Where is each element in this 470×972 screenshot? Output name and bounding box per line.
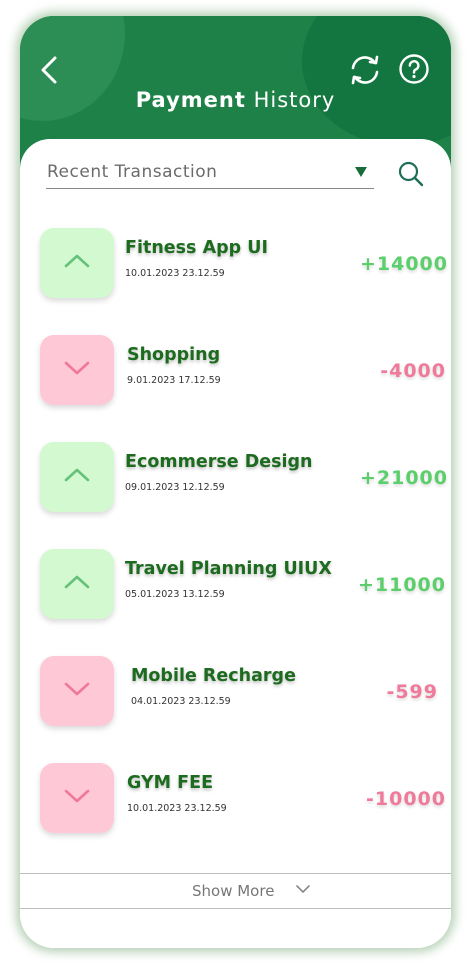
transaction-item[interactable]: Shopping 9.01.2023 17.12.59 -4000 <box>40 335 445 407</box>
transaction-date: 05.01.2023 13.12.59 <box>125 589 225 600</box>
transaction-item[interactable]: Ecommerse Design 09.01.2023 12.12.59 +21… <box>40 442 447 514</box>
page-title: Payment History <box>20 88 451 112</box>
show-more-label: Show More <box>192 882 275 900</box>
transaction-item[interactable]: Mobile Recharge 04.01.2023 23.12.59 -599 <box>40 656 440 728</box>
transaction-name: Shopping <box>127 345 221 365</box>
expense-indicator <box>40 335 114 405</box>
page-title-bold: Payment <box>135 88 246 112</box>
income-indicator <box>40 549 114 619</box>
expense-indicator <box>40 763 114 833</box>
caret-down-icon <box>355 167 367 177</box>
chevron-down-icon <box>296 885 310 893</box>
search-button[interactable] <box>396 159 426 189</box>
transaction-amount: +14000 <box>359 253 448 275</box>
transaction-item[interactable]: Travel Planning UIUX 05.01.2023 13.12.59… <box>40 549 445 621</box>
content-panel: Recent Transaction Fitness App UI 10.01.… <box>20 139 451 948</box>
chevron-down-icon <box>64 789 90 803</box>
transaction-name: Fitness App UI <box>125 238 268 258</box>
chevron-down-icon <box>64 682 90 696</box>
search-icon <box>398 161 424 187</box>
refresh-button[interactable] <box>347 52 383 88</box>
chevron-left-icon <box>41 56 57 84</box>
transaction-amount: +11000 <box>357 574 446 596</box>
transaction-item[interactable]: Fitness App UI 10.01.2023 23.12.59 +1400… <box>40 228 447 300</box>
transaction-date: 9.01.2023 17.12.59 <box>127 375 221 386</box>
transaction-date: 10.01.2023 23.12.59 <box>125 268 225 279</box>
chevron-up-icon <box>64 575 90 589</box>
transaction-date: 04.01.2023 23.12.59 <box>131 696 231 707</box>
back-button[interactable] <box>36 54 66 86</box>
income-indicator <box>40 442 114 512</box>
chevron-up-icon <box>64 468 90 482</box>
transaction-date: 09.01.2023 12.12.59 <box>125 482 225 493</box>
transaction-amount: -10000 <box>366 788 446 810</box>
help-icon <box>399 54 429 84</box>
transaction-name: GYM FEE <box>127 773 214 793</box>
filter-label: Recent Transaction <box>47 162 218 182</box>
expense-indicator <box>40 656 114 726</box>
transaction-name: Ecommerse Design <box>125 452 313 472</box>
transaction-name: Travel Planning UIUX <box>125 559 332 579</box>
transaction-filter-dropdown[interactable]: Recent Transaction <box>46 159 374 189</box>
transaction-amount: -599 <box>386 681 438 703</box>
refresh-icon <box>351 55 379 85</box>
help-button[interactable] <box>398 53 430 85</box>
income-indicator <box>40 228 114 298</box>
show-more-button[interactable]: Show More <box>20 873 451 909</box>
transaction-amount: +21000 <box>359 467 448 489</box>
transaction-name: Mobile Recharge <box>131 666 296 686</box>
page-title-rest: History <box>253 88 336 112</box>
chevron-up-icon <box>64 254 90 268</box>
transaction-date: 10.01.2023 23.12.59 <box>127 803 227 814</box>
chevron-down-icon <box>64 361 90 375</box>
transaction-item[interactable]: GYM FEE 10.01.2023 23.12.59 -10000 <box>40 763 445 835</box>
transaction-amount: -4000 <box>380 360 446 382</box>
phone-frame: Payment History Recent Transaction Fitne… <box>20 16 451 948</box>
